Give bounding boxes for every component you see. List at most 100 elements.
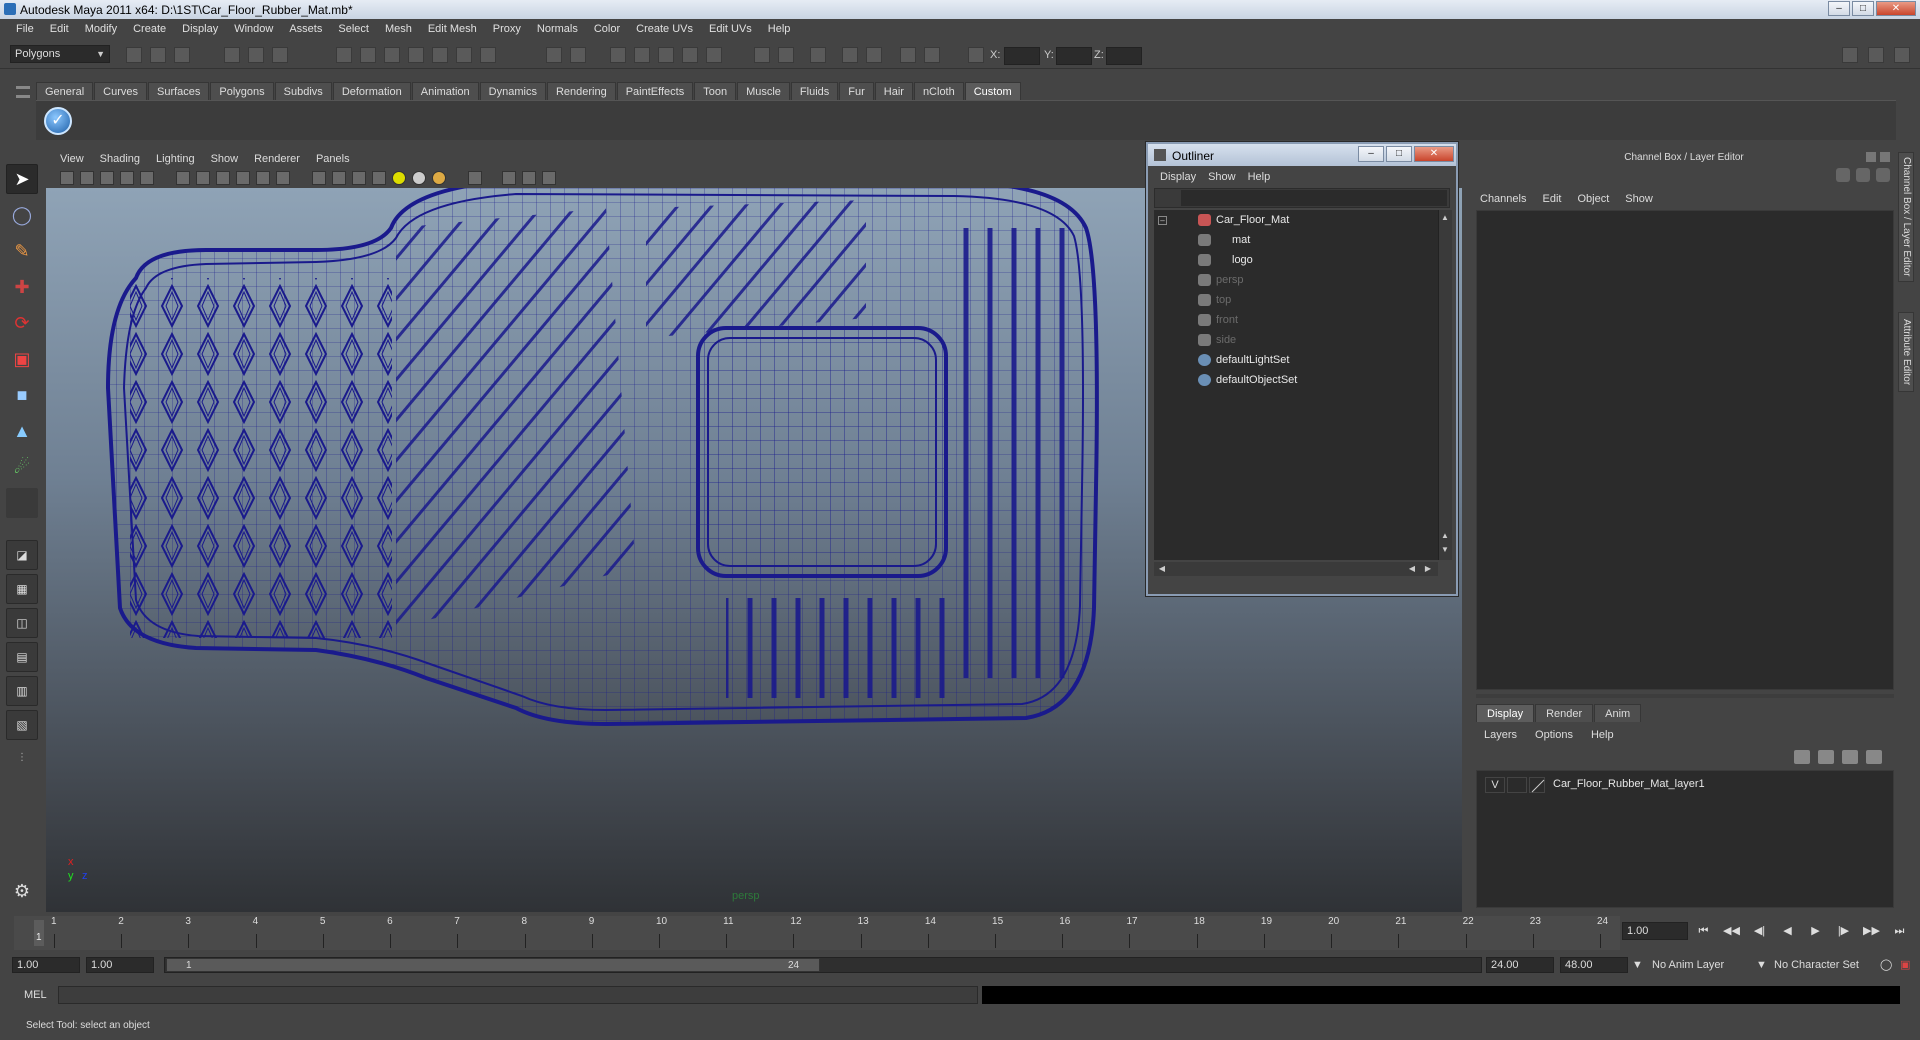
move-tool-icon[interactable]: ✚ xyxy=(6,272,38,302)
layer-tab-render[interactable]: Render xyxy=(1535,704,1594,722)
default-light-icon[interactable] xyxy=(432,171,446,185)
shelf-tab-surfaces[interactable]: Surfaces xyxy=(147,82,210,100)
channel-box-menu-channels[interactable]: Channels xyxy=(1474,193,1536,205)
outliner-vertical-scrollbar[interactable]: ▲ ▲ ▼ xyxy=(1438,210,1452,560)
camera-attributes-icon[interactable] xyxy=(80,171,94,185)
close-button[interactable]: ✕ xyxy=(1876,1,1916,16)
persp-graph-layout-icon[interactable]: ▤ xyxy=(6,642,38,672)
shelf-tab-deformation[interactable]: Deformation xyxy=(332,82,411,100)
channel-layer-divider[interactable] xyxy=(1476,694,1894,698)
new-scene-icon[interactable] xyxy=(126,47,142,63)
gate-mask-icon[interactable] xyxy=(216,171,230,185)
x-field[interactable] xyxy=(1004,47,1040,65)
scroll-left-icon[interactable]: ◀ xyxy=(1156,563,1168,575)
channel-box-menu-object[interactable]: Object xyxy=(1571,193,1619,205)
paint-select-tool-icon[interactable]: ✎ xyxy=(6,236,38,266)
hypershade-icon[interactable] xyxy=(682,47,698,63)
speed-icon[interactable] xyxy=(1856,168,1870,182)
layer-row[interactable]: V Car_Floor_Rubber_Mat_layer1 xyxy=(1481,775,1891,795)
snap-curve-icon[interactable] xyxy=(360,47,376,63)
open-scene-icon[interactable] xyxy=(150,47,166,63)
menu-modify[interactable]: Modify xyxy=(77,23,125,35)
menu-proxy[interactable]: Proxy xyxy=(485,23,529,35)
menu-create[interactable]: Create xyxy=(125,23,174,35)
create-empty-layer-icon[interactable] xyxy=(1842,750,1858,764)
manipulator-icon[interactable] xyxy=(1836,168,1850,182)
outliner-maximize-button[interactable]: □ xyxy=(1386,146,1412,162)
show-manipulator-icon[interactable]: ☄ xyxy=(6,452,38,482)
animation-start-field[interactable]: 1.00 xyxy=(12,957,80,973)
outliner-horizontal-scrollbar[interactable]: ◀ ◀ ▶ xyxy=(1154,562,1438,576)
isolate-icon[interactable] xyxy=(778,47,794,63)
menu-edit-uvs[interactable]: Edit UVs xyxy=(701,23,760,35)
xray-icon[interactable] xyxy=(502,171,516,185)
layer-menu-help[interactable]: Help xyxy=(1583,729,1624,741)
go-to-end-icon[interactable]: ⏭ xyxy=(1890,924,1909,938)
menu-edit[interactable]: Edit xyxy=(42,23,77,35)
four-view-layout-icon[interactable]: ▦ xyxy=(6,574,38,604)
outliner-menu-show[interactable]: Show xyxy=(1204,171,1244,183)
wireframe-icon[interactable] xyxy=(312,171,326,185)
help-question-icon[interactable] xyxy=(480,47,496,63)
menu-color[interactable]: Color xyxy=(586,23,628,35)
maximize-button[interactable]: □ xyxy=(1852,1,1874,16)
render-settings-icon[interactable] xyxy=(658,47,674,63)
outliner-close-button[interactable]: ✕ xyxy=(1414,146,1454,162)
menu-window[interactable]: Window xyxy=(226,23,281,35)
menu-select[interactable]: Select xyxy=(330,23,377,35)
anim-layer-dropdown[interactable]: No Anim Layer xyxy=(1652,957,1724,973)
menu-create-uvs[interactable]: Create UVs xyxy=(628,23,701,35)
move-layer-down-icon[interactable] xyxy=(1818,750,1834,764)
play-backwards-icon[interactable]: ◀ xyxy=(1778,924,1797,938)
playback-end-field[interactable]: 24.00 xyxy=(1486,957,1554,973)
last-tool-slot[interactable] xyxy=(6,488,38,518)
viewport-menu-shading[interactable]: Shading xyxy=(92,153,148,165)
save-scene-icon[interactable] xyxy=(174,47,190,63)
z-field[interactable] xyxy=(1106,47,1142,65)
float-panel-icon[interactable] xyxy=(1866,152,1876,162)
script-language-label[interactable]: MEL xyxy=(24,989,47,1001)
channel-box-panel[interactable] xyxy=(1476,210,1894,690)
persp-graph-hypergraph-layout-icon[interactable]: ▧ xyxy=(6,710,38,740)
outliner-item-car-floor-mat[interactable]: – Car_Floor_Mat xyxy=(1154,210,1438,230)
lasso-icon[interactable] xyxy=(706,47,722,63)
shelf-tab-polygons[interactable]: Polygons xyxy=(210,82,274,100)
step-back-frame-icon[interactable]: ◀| xyxy=(1750,924,1769,938)
single-perspective-layout-icon[interactable]: ◪ xyxy=(6,540,38,570)
toggle-attribute-editor-icon[interactable] xyxy=(1868,47,1884,63)
toggle-tool-settings-icon[interactable] xyxy=(1894,47,1910,63)
menu-file[interactable]: File xyxy=(8,23,42,35)
time-slider[interactable]: 1 1 2 3 4 5 6 7 8 9 10 11 12 13 14 15 16 17 18 19 20 21 22 23 2… xyxy=(14,916,1620,950)
shelf-tab-fur[interactable]: Fur xyxy=(839,82,874,100)
outliner-title-bar[interactable]: Outliner – □ ✕ xyxy=(1148,144,1456,166)
checkmark-icon[interactable]: ✓ xyxy=(44,107,72,135)
hypershade-persp-layout-icon[interactable]: ▥ xyxy=(6,676,38,706)
snap-grid-icon[interactable] xyxy=(336,47,352,63)
play-forwards-icon[interactable]: ▶ xyxy=(1806,924,1825,938)
scroll-right-icon[interactable]: ▶ xyxy=(1422,563,1434,575)
more-layouts-icon[interactable]: ⋮ xyxy=(6,750,38,764)
film-gate-icon[interactable] xyxy=(176,171,190,185)
menu-help[interactable]: Help xyxy=(760,23,799,35)
range-slider-handle[interactable] xyxy=(166,958,820,972)
shelf-tab-rendering[interactable]: Rendering xyxy=(546,82,616,100)
outliner-item-front[interactable]: front xyxy=(1154,310,1438,330)
outliner-item-logo[interactable]: logo xyxy=(1154,250,1438,270)
outliner-search-input[interactable] xyxy=(1181,190,1447,206)
preferences-icon[interactable]: ▣ xyxy=(1900,957,1910,973)
character-set-dropdown[interactable]: No Character Set xyxy=(1774,957,1859,973)
outliner-item-default-light-set[interactable]: defaultLightSet xyxy=(1154,350,1438,370)
bookmarks-icon[interactable] xyxy=(100,171,114,185)
viewport-menu-renderer[interactable]: Renderer xyxy=(246,153,308,165)
safe-action-icon[interactable] xyxy=(256,171,270,185)
outliner-item-side[interactable]: side xyxy=(1154,330,1438,350)
channel-box-menu-edit[interactable]: Edit xyxy=(1536,193,1571,205)
step-forward-key-icon[interactable]: ▶▶ xyxy=(1862,924,1881,938)
isolate-select-icon[interactable] xyxy=(468,171,482,185)
select-object-icon[interactable] xyxy=(248,47,264,63)
outliner-minimize-button[interactable]: – xyxy=(1358,146,1384,162)
menu-assets[interactable]: Assets xyxy=(281,23,330,35)
relative-transform-icon[interactable] xyxy=(924,47,940,63)
layer-menu-layers[interactable]: Layers xyxy=(1476,729,1527,741)
shelf-tab-general[interactable]: General xyxy=(36,82,94,100)
